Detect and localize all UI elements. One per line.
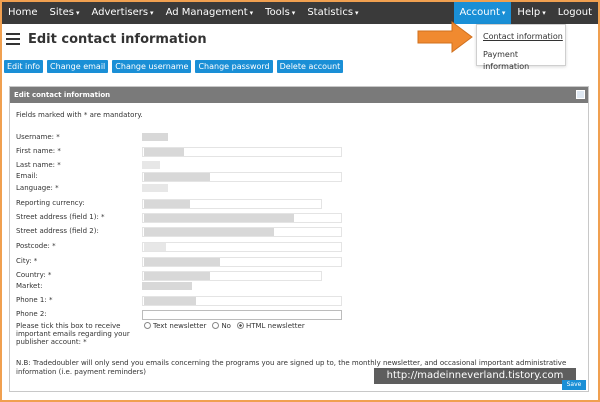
top-nav: Home Sites ▾ Advertisers ▾ Ad Management ▾ … [2, 2, 598, 24]
chevron-down-icon: ▾ [150, 9, 154, 17]
last-name-label: Last name: * [16, 161, 61, 169]
nav-sites[interactable]: Sites ▾ [44, 2, 86, 24]
list-icon [6, 33, 20, 45]
last-name-value-redacted [142, 161, 160, 169]
watermark: http://madeinneverland.tistory.com [374, 368, 576, 384]
delete-account-button[interactable]: Delete account [276, 60, 344, 73]
radio-html-newsletter[interactable]: HTML newsletter [236, 322, 305, 330]
change-password-button[interactable]: Change password [195, 60, 273, 73]
chevron-down-icon: ▾ [355, 9, 359, 17]
help-icon[interactable] [576, 90, 585, 99]
market-value-redacted [142, 282, 192, 290]
street1-value-redacted [144, 214, 294, 222]
username-value-redacted [142, 133, 168, 141]
chevron-down-icon: ▾ [542, 9, 546, 17]
radio-no[interactable]: No [212, 322, 231, 330]
panel-header: Edit contact information [10, 87, 588, 103]
street2-value-redacted [144, 228, 274, 236]
nav-help[interactable]: Help ▾ [511, 2, 551, 24]
phone1-label: Phone 1: * [16, 296, 53, 304]
page-title: Edit contact information [28, 31, 207, 47]
phone2-label: Phone 2: [16, 310, 47, 318]
email-label: Email: [16, 172, 38, 180]
radio-selected-icon [236, 322, 244, 329]
username-label: Username: * [16, 133, 60, 141]
nav-ad-management[interactable]: Ad Management ▾ [160, 2, 260, 24]
postcode-value-redacted [144, 243, 166, 251]
panel-title: Edit contact information [14, 91, 111, 99]
radio-icon [212, 322, 220, 329]
nav-advertisers[interactable]: Advertisers ▾ [85, 2, 159, 24]
nav-statistics[interactable]: Statistics ▾ [301, 2, 364, 24]
phone2-input[interactable] [142, 310, 342, 320]
account-dropdown: Contact information Payment information [476, 24, 566, 71]
country-value-redacted [144, 272, 210, 280]
first-name-label: First name: * [16, 147, 61, 155]
edit-contact-panel: Edit contact information Fields marked w… [9, 86, 589, 392]
street1-label: Street address (field 1): * [16, 213, 105, 221]
menu-item-contact-information[interactable]: Contact information [477, 31, 565, 49]
city-label: City: * [16, 257, 38, 265]
chevron-down-icon: ▾ [291, 9, 296, 17]
save-button[interactable]: Save [562, 380, 586, 390]
chevron-down-icon: ▾ [501, 9, 506, 17]
chevron-down-icon: ▾ [75, 9, 80, 17]
language-value-redacted [142, 184, 168, 192]
nav-tools[interactable]: Tools ▾ [259, 2, 301, 24]
nav-logout[interactable]: Logout [552, 2, 598, 24]
newsletter-label: Please tick this box to receive importan… [16, 322, 130, 346]
radio-icon [144, 322, 151, 329]
radio-text-newsletter[interactable]: Text newsletter [144, 322, 206, 330]
newsletter-options: Text newsletter No HTML newsletter [144, 322, 305, 330]
change-email-button[interactable]: Change email [47, 60, 109, 73]
currency-label: Reporting currency: [16, 199, 85, 207]
country-label: Country: * [16, 271, 52, 279]
first-name-value-redacted [144, 148, 184, 156]
city-value-redacted [144, 258, 220, 266]
language-label: Language: * [16, 184, 59, 192]
action-bar: Edit info Change email Change username C… [4, 60, 344, 73]
edit-info-button[interactable]: Edit info [4, 60, 44, 73]
email-value-redacted [144, 173, 210, 181]
mandatory-note: Fields marked with * are mandatory. [16, 111, 143, 119]
phone1-value-redacted [144, 297, 196, 305]
postcode-input[interactable] [142, 242, 342, 252]
menu-item-payment-information[interactable]: Payment information [477, 49, 565, 71]
market-label: Market: [16, 282, 43, 290]
currency-value-redacted [144, 200, 190, 208]
chevron-down-icon: ▾ [249, 9, 254, 17]
change-username-button[interactable]: Change username [112, 60, 192, 73]
postcode-label: Postcode: * [16, 242, 56, 250]
street2-label: Street address (field 2): [16, 227, 99, 235]
arrow-annotation-icon [417, 21, 473, 53]
nav-home[interactable]: Home [2, 2, 44, 24]
page-header: Edit contact information [2, 26, 476, 52]
